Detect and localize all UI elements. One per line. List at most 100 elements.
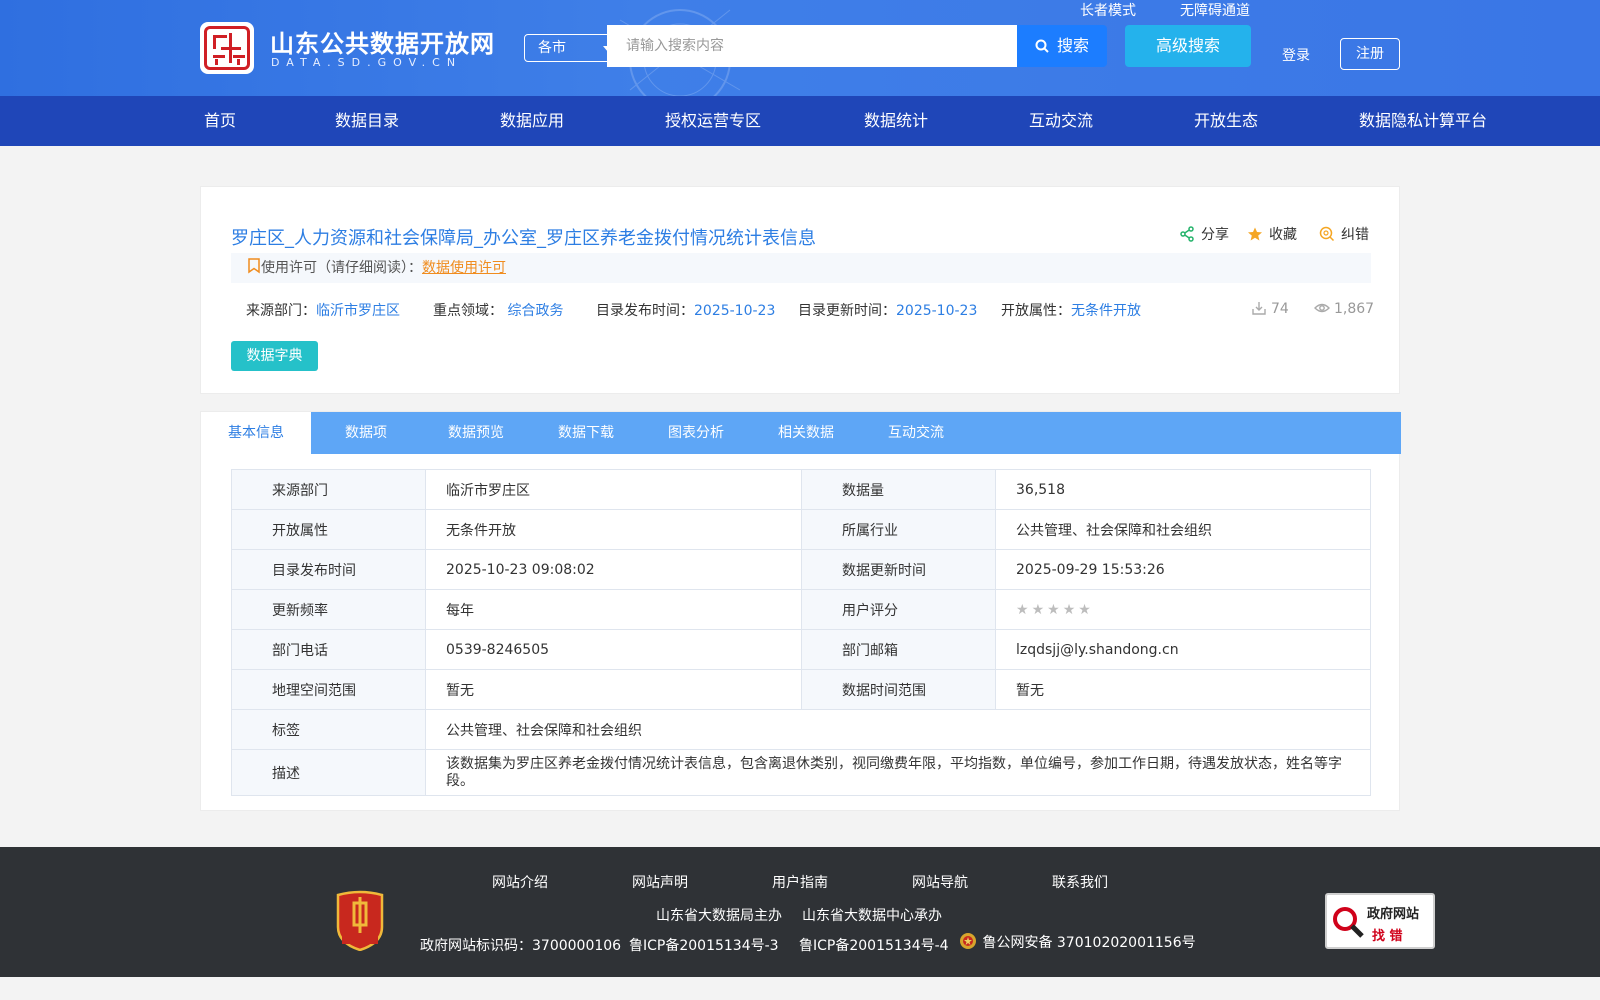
register-button[interactable]: 注册 <box>1340 38 1400 70</box>
city-select-label: 各市 <box>538 40 566 56</box>
badge-line1: 政府网站 <box>1367 907 1420 922</box>
nav-item-authorized-ops[interactable]: 授权运营专区 <box>665 96 761 146</box>
nav-item-apps[interactable]: 数据应用 <box>500 96 564 146</box>
site-header: 山东公共数据开放网 DATA.SD.GOV.CN 各市 搜索 高级搜索 长者模式… <box>0 0 1600 96</box>
table-row: 标签 公共管理、社会保障和社会组织 <box>231 709 1371 750</box>
meta-open-value: 无条件开放 <box>1071 303 1141 319</box>
table-row: 开放属性 无条件开放 所属行业 公共管理、社会保障和社会组织 <box>231 509 1371 550</box>
meta-update-label: 目录更新时间： <box>798 303 896 319</box>
cell-label: 数据更新时间 <box>801 549 996 590</box>
tab-bar: 基本信息 数据项 数据预览 数据下载 图表分析 相关数据 互动交流 <box>201 412 1401 454</box>
nav-item-home[interactable]: 首页 <box>204 96 236 146</box>
cell-value: 无条件开放 <box>425 509 802 550</box>
share-icon <box>1180 226 1194 242</box>
cell-label: 部门电话 <box>231 629 426 670</box>
star-icon[interactable]: ★ <box>1063 602 1076 618</box>
meta-source-label: 来源部门： <box>246 303 316 319</box>
search-button-label: 搜索 <box>1056 36 1089 55</box>
footer-icp-3[interactable]: 鲁ICP备20015134号-3 <box>629 935 779 955</box>
cell-label: 目录发布时间 <box>231 549 426 590</box>
search-button[interactable]: 搜索 <box>1017 25 1107 67</box>
tab-chart-analysis[interactable]: 图表分析 <box>641 412 751 454</box>
tab-data-items[interactable]: 数据项 <box>311 412 421 454</box>
badge-line2: 找 错 <box>1372 929 1403 944</box>
cell-label: 开放属性 <box>231 509 426 550</box>
rating-stars[interactable]: ★ ★ ★ ★ ★ <box>995 589 1371 630</box>
footer-organizer: 山东省大数据中心承办 <box>802 908 942 924</box>
nav-item-ecosystem[interactable]: 开放生态 <box>1194 96 1258 146</box>
tab-data-download[interactable]: 数据下载 <box>531 412 641 454</box>
cell-value: lzqdsjj@ly.shandong.cn <box>995 629 1371 670</box>
footer-link-guide[interactable]: 用户指南 <box>772 872 828 892</box>
site-subtitle: DATA.SD.GOV.CN <box>271 56 463 69</box>
meta-source: 来源部门：临沂市罗庄区 <box>246 300 400 320</box>
report-error-label: 纠错 <box>1341 227 1369 243</box>
cell-label: 所属行业 <box>801 509 996 550</box>
cell-value: 2025-09-29 15:53:26 <box>995 549 1371 590</box>
license-link[interactable]: 数据使用许可 <box>422 260 506 276</box>
data-dictionary-button[interactable]: 数据字典 <box>231 341 318 371</box>
cell-label: 更新频率 <box>231 589 426 630</box>
tab-data-preview[interactable]: 数据预览 <box>421 412 531 454</box>
cell-value: 2025-10-23 09:08:02 <box>425 549 802 590</box>
meta-domain-label: 重点领域： <box>433 303 503 319</box>
star-icon[interactable]: ★ <box>1032 602 1045 618</box>
magnifier-icon <box>1333 907 1364 938</box>
meta-update: 目录更新时间：2025-10-23 <box>798 300 977 320</box>
site-footer: 网站介绍 网站声明 用户指南 网站导航 联系我们 山东省大数据局主办 山东省大数… <box>0 847 1600 977</box>
meta-update-value: 2025-10-23 <box>896 303 978 319</box>
star-icon <box>1248 227 1262 241</box>
police-badge-icon <box>960 933 976 949</box>
tab-interaction[interactable]: 互动交流 <box>861 412 971 454</box>
eye-icon <box>1314 303 1330 313</box>
star-icon[interactable]: ★ <box>1047 602 1060 618</box>
favorite-button[interactable]: 收藏 <box>1247 224 1297 244</box>
footer-icp-4[interactable]: 鲁ICP备20015134号-4 <box>799 935 949 955</box>
meta-source-value[interactable]: 临沂市罗庄区 <box>316 303 400 319</box>
star-icon[interactable]: ★ <box>1078 602 1091 618</box>
dataset-summary-card: 罗庄区_人力资源和社会保障局_办公室_罗庄区养老金拨付情况统计表信息 分享 收藏… <box>200 186 1400 394</box>
cell-value: 暂无 <box>995 669 1371 710</box>
basic-info-table: 来源部门 临沂市罗庄区 数据量 36,518 开放属性 无条件开放 所属行业 公… <box>231 469 1371 796</box>
nav-item-catalog[interactable]: 数据目录 <box>335 96 399 146</box>
star-icon[interactable]: ★ <box>1016 602 1029 618</box>
advanced-search-button[interactable]: 高级搜索 <box>1125 25 1251 67</box>
tab-basic-info[interactable]: 基本信息 <box>201 412 311 454</box>
site-logo-icon[interactable] <box>200 22 254 74</box>
meta-publish-value: 2025-10-23 <box>694 303 776 319</box>
elder-mode-link[interactable]: 长者模式 <box>1080 0 1136 20</box>
nav-item-statistics[interactable]: 数据统计 <box>864 96 928 146</box>
footer-site-code: 政府网站标识码：3700000106 <box>420 938 622 954</box>
footer-link-sitemap[interactable]: 网站导航 <box>912 872 968 892</box>
nav-item-privacy-computing[interactable]: 数据隐私计算平台 <box>1359 96 1487 146</box>
footer-link-about[interactable]: 网站介绍 <box>492 872 548 892</box>
share-label: 分享 <box>1201 227 1229 243</box>
cell-value: 该数据集为罗庄区养老金拨付情况统计表信息，包含离退休类别，视同缴费年限，平均指数… <box>425 749 1371 796</box>
nav-item-interaction[interactable]: 互动交流 <box>1029 96 1093 146</box>
dataset-detail-panel: 基本信息 数据项 数据预览 数据下载 图表分析 相关数据 互动交流 来源部门 临… <box>200 411 1401 811</box>
tab-related-data[interactable]: 相关数据 <box>751 412 861 454</box>
table-row: 更新频率 每年 用户评分 ★ ★ ★ ★ ★ <box>231 589 1371 630</box>
gov-site-error-report-badge[interactable]: 政府网站 找 错 <box>1325 893 1435 949</box>
cell-label: 地理空间范围 <box>231 669 426 710</box>
cell-value: 0539-8246505 <box>425 629 802 670</box>
main-nav: 首页 数据目录 数据应用 授权运营专区 数据统计 互动交流 开放生态 数据隐私计… <box>0 96 1600 146</box>
share-button[interactable]: 分享 <box>1179 224 1229 244</box>
download-count-value: 74 <box>1271 301 1289 317</box>
footer-police-record[interactable]: 鲁公网安备 37010202001156号 <box>958 931 1196 952</box>
cell-value: 暂无 <box>425 669 802 710</box>
cell-label: 数据量 <box>801 469 996 510</box>
meta-publish-label: 目录发布时间： <box>596 303 694 319</box>
footer-link-contact[interactable]: 联系我们 <box>1052 872 1108 892</box>
table-row: 部门电话 0539-8246505 部门邮箱 lzqdsjj@ly.shando… <box>231 629 1371 670</box>
search-input[interactable] <box>607 25 1018 67</box>
cell-label: 数据时间范围 <box>801 669 996 710</box>
bookmark-icon <box>248 258 260 274</box>
login-link[interactable]: 登录 <box>1282 45 1310 65</box>
accessibility-link[interactable]: 无障碍通道 <box>1180 0 1250 20</box>
footer-link-statement[interactable]: 网站声明 <box>632 872 688 892</box>
party-government-badge-icon <box>336 890 384 951</box>
meta-domain-value[interactable]: 综合政务 <box>507 303 563 319</box>
report-error-button[interactable]: 纠错 <box>1319 224 1369 244</box>
download-icon <box>1252 302 1266 315</box>
